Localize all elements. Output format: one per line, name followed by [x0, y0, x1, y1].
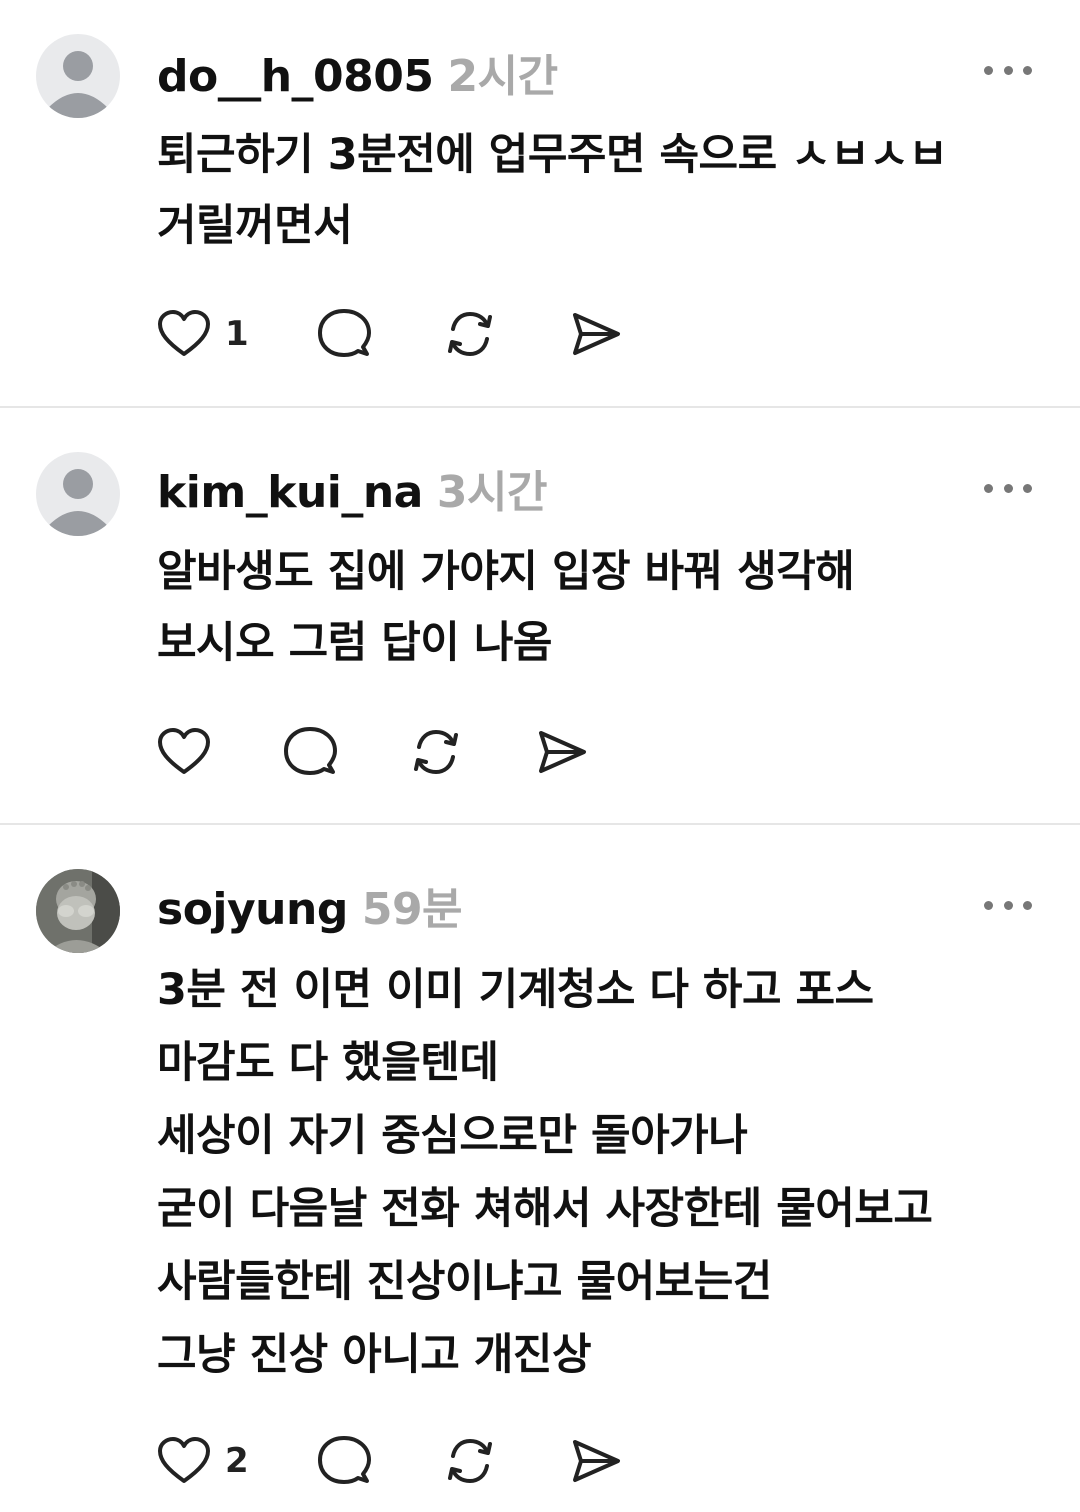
text-line: 알바생도 집에 가야지 입장 바꿔 생각해	[157, 547, 855, 597]
text-line: 3분 전 이면 이미 기계청소 다 하고 포스	[157, 965, 874, 1015]
share-icon	[573, 1440, 620, 1482]
post-header: kim_kui_na 3시간	[157, 456, 547, 518]
comment-button[interactable]	[283, 724, 337, 780]
share-icon	[573, 313, 620, 355]
repost-button[interactable]	[443, 306, 497, 362]
share-icon	[539, 731, 586, 773]
text-line: 마감도 다 했을텐데	[157, 1038, 499, 1088]
share-button[interactable]	[569, 1433, 623, 1489]
text-line: 사람들한테 진상이냐고 물어보는건	[157, 1257, 772, 1307]
username[interactable]: do__h_0805	[157, 51, 434, 102]
repost-button[interactable]	[443, 1433, 497, 1489]
share-button[interactable]	[535, 724, 589, 780]
post-3: sojyung 59분 3분 전 이면 이미 기계청소 다 하고 포스 마감도 …	[0, 825, 1080, 1512]
post-header: do__h_0805 2시간	[157, 40, 558, 102]
avatar[interactable]	[36, 34, 120, 118]
heart-icon	[158, 310, 210, 356]
timestamp: 2시간	[447, 51, 559, 102]
avatar[interactable]	[36, 869, 120, 953]
like-button[interactable]	[157, 724, 225, 780]
username[interactable]: kim_kui_na	[157, 467, 423, 518]
like-button[interactable]: 1	[157, 306, 249, 362]
repost-icon	[414, 729, 458, 775]
text-line: 보시오 그럼 답이 나옴	[157, 618, 552, 668]
more-icon[interactable]	[984, 60, 1032, 80]
repost-icon	[448, 311, 492, 357]
text-line: 굳이 다음날 전화 쳐해서 사장한테 물어보고	[157, 1184, 933, 1234]
default-avatar-icon	[48, 51, 108, 118]
more-icon[interactable]	[984, 895, 1032, 915]
post-text: 퇴근하기 3분전에 업무주면 속으로 ㅅㅂㅅㅂ 거릴꺼면서	[157, 120, 1047, 262]
avatar[interactable]	[36, 452, 120, 536]
repost-icon	[448, 1438, 492, 1484]
comment-button[interactable]	[317, 1433, 371, 1489]
text-line: 퇴근하기 3분전에 업무주면 속으로 ㅅㅂㅅㅂ	[157, 130, 948, 180]
like-button[interactable]: 2	[157, 1433, 249, 1489]
post-1: do__h_0805 2시간 퇴근하기 3분전에 업무주면 속으로 ㅅㅂㅅㅂ 거…	[0, 0, 1080, 406]
text-line: 그냥 진상 아니고 개진상	[157, 1330, 592, 1380]
share-button[interactable]	[569, 306, 623, 362]
text-line: 세상이 자기 중심으로만 돌아가나	[157, 1111, 748, 1161]
repost-button[interactable]	[409, 724, 463, 780]
post-text: 3분 전 이면 이미 기계청소 다 하고 포스 마감도 다 했을텐데 세상이 자…	[157, 954, 1047, 1392]
comment-icon	[318, 309, 371, 357]
text-line: 거릴꺼면서	[157, 201, 353, 251]
timestamp: 3시간	[436, 467, 548, 518]
comment-icon	[318, 1436, 371, 1484]
post-text: 알바생도 집에 가야지 입장 바꿔 생각해 보시오 그럼 답이 나옴	[157, 537, 1047, 679]
comment-icon	[284, 727, 337, 775]
post-header: sojyung 59분	[157, 873, 463, 935]
more-icon[interactable]	[984, 478, 1032, 498]
like-count: 1	[225, 314, 249, 354]
timestamp: 59분	[361, 884, 463, 935]
heart-icon	[158, 728, 210, 774]
comment-button[interactable]	[317, 306, 371, 362]
default-avatar-icon	[48, 469, 108, 536]
username[interactable]: sojyung	[157, 884, 348, 935]
heart-icon	[158, 1437, 210, 1483]
like-count: 2	[225, 1441, 249, 1481]
post-2: kim_kui_na 3시간 알바생도 집에 가야지 입장 바꿔 생각해 보시오…	[0, 408, 1080, 823]
buddha-statue-photo-icon	[36, 869, 120, 953]
